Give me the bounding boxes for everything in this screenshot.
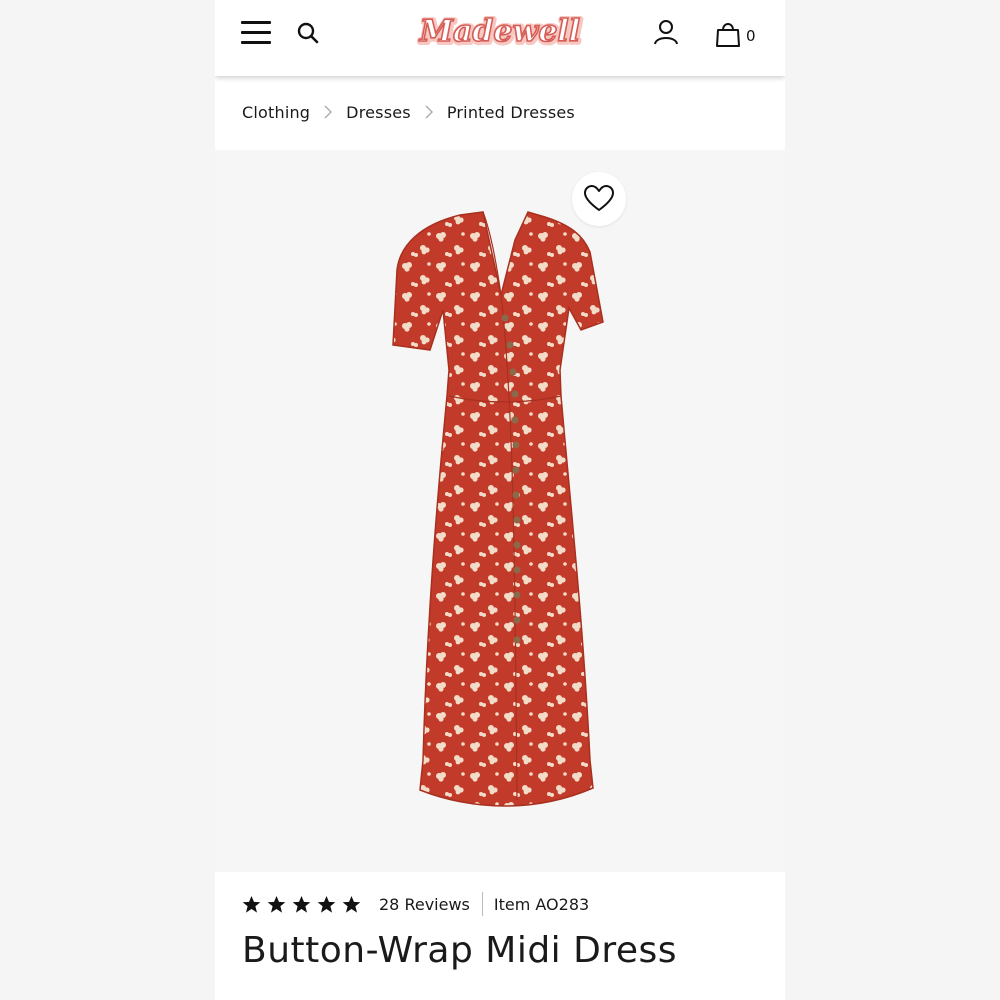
chevron-right-icon xyxy=(324,105,333,119)
dress-shape xyxy=(392,211,604,807)
chevron-right-icon xyxy=(425,105,433,119)
mobile-page: Madewell Madewell 0 Clothing Dresses Pri… xyxy=(215,0,785,1000)
star-icon xyxy=(267,895,286,913)
bag-count[interactable]: 0 xyxy=(746,27,756,45)
breadcrumb: Clothing Dresses Printed Dresses xyxy=(242,100,575,124)
breadcrumb-dresses[interactable]: Dresses xyxy=(346,103,411,122)
menu-icon[interactable] xyxy=(241,21,271,45)
star-icon xyxy=(292,895,311,913)
search-icon[interactable] xyxy=(295,20,321,46)
svg-text:Madewell: Madewell xyxy=(419,14,580,49)
reviews-link[interactable]: 28 Reviews xyxy=(379,895,470,914)
product-title: Button-Wrap Midi Dress xyxy=(242,930,678,971)
star-icon xyxy=(242,895,261,913)
star-icon xyxy=(317,895,336,913)
breadcrumb-clothing[interactable]: Clothing xyxy=(242,103,310,122)
site-header: Madewell Madewell 0 xyxy=(215,0,785,76)
divider xyxy=(481,892,483,916)
star-icon xyxy=(342,895,361,913)
item-number: Item AO283 xyxy=(493,894,590,914)
bag-icon[interactable] xyxy=(715,20,741,48)
account-icon[interactable] xyxy=(652,18,680,46)
wishlist-button[interactable] xyxy=(572,172,626,226)
dress-photo xyxy=(392,211,604,807)
breadcrumb-printed-dresses[interactable]: Printed Dresses xyxy=(447,103,575,122)
star-rating[interactable] xyxy=(242,895,361,914)
heart-icon xyxy=(584,185,614,211)
rating-row: 28 Reviews Item AO283 xyxy=(242,889,589,919)
brand-logo[interactable]: Madewell Madewell xyxy=(415,8,585,58)
